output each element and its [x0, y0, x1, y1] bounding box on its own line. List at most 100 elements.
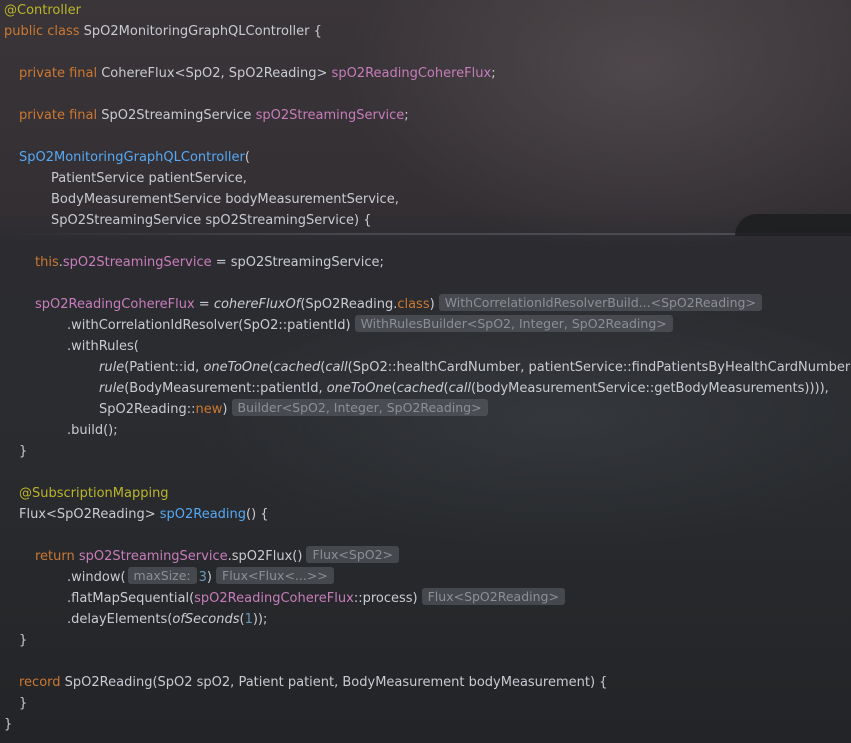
code-token: = [194, 297, 214, 312]
code-line[interactable]: .build(); [67, 420, 118, 441]
code-token: ; [404, 108, 409, 123]
code-token: .flatMapSequential( [67, 591, 195, 606]
code-token: CohereFlux<SpO2, SpO2Reading> [101, 66, 332, 81]
code-token: (bodyMeasurementService::getBodyMeasurem… [470, 381, 829, 396]
code-line[interactable]: } [19, 441, 27, 462]
code-line[interactable]: SpO2Reading::new) Builder<SpO2, Integer, … [99, 399, 488, 420]
code-token: (Patient::id, [124, 360, 204, 375]
code-token: SpO2MonitoringGraphQLController [19, 150, 245, 165]
code-token: .spO2Flux() [227, 549, 303, 564]
code-line[interactable]: private final SpO2StreamingService spO2S… [19, 105, 409, 126]
code-token: SpO2StreamingService [101, 108, 256, 123]
code-token: ofSeconds [172, 612, 240, 627]
code-token: @Controller [4, 3, 81, 18]
code-token: record [19, 675, 65, 690]
inlay-hint: WithCorrelationIdResolverBuild...<SpO2Re… [438, 294, 762, 311]
inlay-hint: Flux<SpO2Reading> [421, 588, 565, 605]
code-token: rule [99, 360, 125, 375]
code-token: } [4, 717, 13, 732]
code-line[interactable]: @SubscriptionMapping [19, 483, 169, 504]
code-token: } [19, 444, 28, 459]
code-token: Flux<SpO2Reading> [19, 507, 160, 522]
code-token: ::process) [353, 591, 418, 606]
code-token: SpO2MonitoringGraphQLController { [83, 24, 322, 39]
code-token: .withCorrelationIdResolver(SpO2::patient… [67, 318, 351, 333]
inlay-hint: maxSize: [127, 567, 197, 584]
code-token: = spO2StreamingService; [211, 255, 384, 270]
code-token: (SpO2::healthCardNumber, patientService:… [347, 360, 851, 375]
code-token: spO2ReadingCohereFlux [194, 591, 354, 606]
code-token: spO2ReadingCohereFlux [35, 297, 195, 312]
code-token: () { [246, 507, 269, 522]
background-headland [735, 214, 851, 236]
code-token: @SubscriptionMapping [19, 486, 169, 501]
code-token: call [448, 381, 471, 396]
code-token: .window( [67, 570, 126, 585]
code-token: private final [19, 108, 102, 123]
code-token: spO2StreamingService [255, 108, 405, 123]
code-token: private final [19, 66, 102, 81]
code-line[interactable]: SpO2StreamingService spO2StreamingServic… [51, 210, 372, 231]
code-token: (SpO2Reading. [300, 297, 398, 312]
code-token: ; [491, 66, 496, 81]
inlay-hint: Flux<SpO2> [306, 546, 400, 563]
code-line[interactable]: private final CohereFlux<SpO2, SpO2Readi… [19, 63, 496, 84]
code-token: class [397, 297, 430, 312]
code-line[interactable]: rule(BodyMeasurement::patientId, oneToOn… [99, 378, 829, 399]
code-token: .delayElements( [67, 612, 173, 627]
code-line[interactable]: } [4, 714, 12, 735]
code-line[interactable]: PatientService patientService, [51, 168, 247, 189]
code-token: spO2StreamingService [62, 255, 212, 270]
code-token: return [35, 549, 79, 564]
code-line[interactable]: } [19, 693, 27, 714]
code-line[interactable]: public class SpO2MonitoringGraphQLContro… [4, 21, 322, 42]
code-token: (BodyMeasurement::patientId, [124, 381, 327, 396]
code-token: spO2Reading [159, 507, 247, 522]
code-token: rule [99, 381, 125, 396]
code-token: SpO2Reading:: [99, 402, 196, 417]
code-line[interactable]: spO2ReadingCohereFlux = cohereFluxOf(SpO… [35, 294, 762, 315]
code-token: spO2StreamingService [78, 549, 228, 564]
code-token: BodyMeasurementService bodyMeasurementSe… [51, 192, 399, 207]
code-line[interactable]: SpO2MonitoringGraphQLController( [19, 147, 250, 168]
code-token: )); [252, 612, 268, 627]
code-line[interactable]: BodyMeasurementService bodyMeasurementSe… [51, 189, 399, 210]
code-line[interactable]: @Controller [4, 0, 81, 21]
code-token: } [19, 633, 28, 648]
background-horizon [0, 233, 851, 235]
code-token: SpO2StreamingService spO2StreamingServic… [51, 213, 372, 228]
code-token: oneToOne [203, 360, 269, 375]
code-token: cached [396, 381, 444, 396]
code-token: ) [206, 570, 212, 585]
code-token: call [325, 360, 348, 375]
code-token: .build(); [67, 423, 118, 438]
inlay-hint: WithRulesBuilder<SpO2, Integer, SpO2Read… [354, 315, 673, 332]
code-line[interactable]: record SpO2Reading(SpO2 spO2, Patient pa… [19, 672, 607, 693]
code-token: } [19, 696, 28, 711]
code-line[interactable]: rule(Patient::id, oneToOne(cached(call(S… [99, 357, 851, 378]
code-token: oneToOne [326, 381, 392, 396]
code-line[interactable]: .withCorrelationIdResolver(SpO2::patient… [67, 315, 673, 336]
inlay-hint: Flux<Flux<...>> [216, 567, 334, 584]
code-token: this [35, 255, 59, 270]
code-line[interactable]: this.spO2StreamingService = spO2Streamin… [35, 252, 384, 273]
code-token: 3 [198, 570, 207, 585]
code-line[interactable]: return spO2StreamingService.spO2Flux() Fl… [35, 546, 400, 567]
code-line[interactable]: Flux<SpO2Reading> spO2Reading() { [19, 504, 269, 525]
code-line[interactable]: .window(maxSize: 3) Flux<Flux<...>> [67, 567, 334, 588]
code-token: 1 [244, 612, 253, 627]
code-token: .withRules( [67, 339, 139, 354]
code-token: cached [273, 360, 321, 375]
code-token: SpO2Reading(SpO2 spO2, Patient patient, … [64, 675, 608, 690]
code-line[interactable]: .withRules( [67, 336, 139, 357]
code-token: ) [222, 402, 228, 417]
code-line[interactable]: .delayElements(ofSeconds(1)); [67, 609, 267, 630]
code-line[interactable]: } [19, 630, 27, 651]
inlay-hint: Builder<SpO2, Integer, SpO2Reading> [231, 399, 488, 416]
code-token: public class [4, 24, 84, 39]
code-line[interactable]: .flatMapSequential(spO2ReadingCohereFlux… [67, 588, 565, 609]
code-token: new [195, 402, 223, 417]
code-token: cohereFluxOf [213, 297, 301, 312]
code-token: ( [244, 150, 250, 165]
code-token: PatientService patientService, [51, 171, 247, 186]
